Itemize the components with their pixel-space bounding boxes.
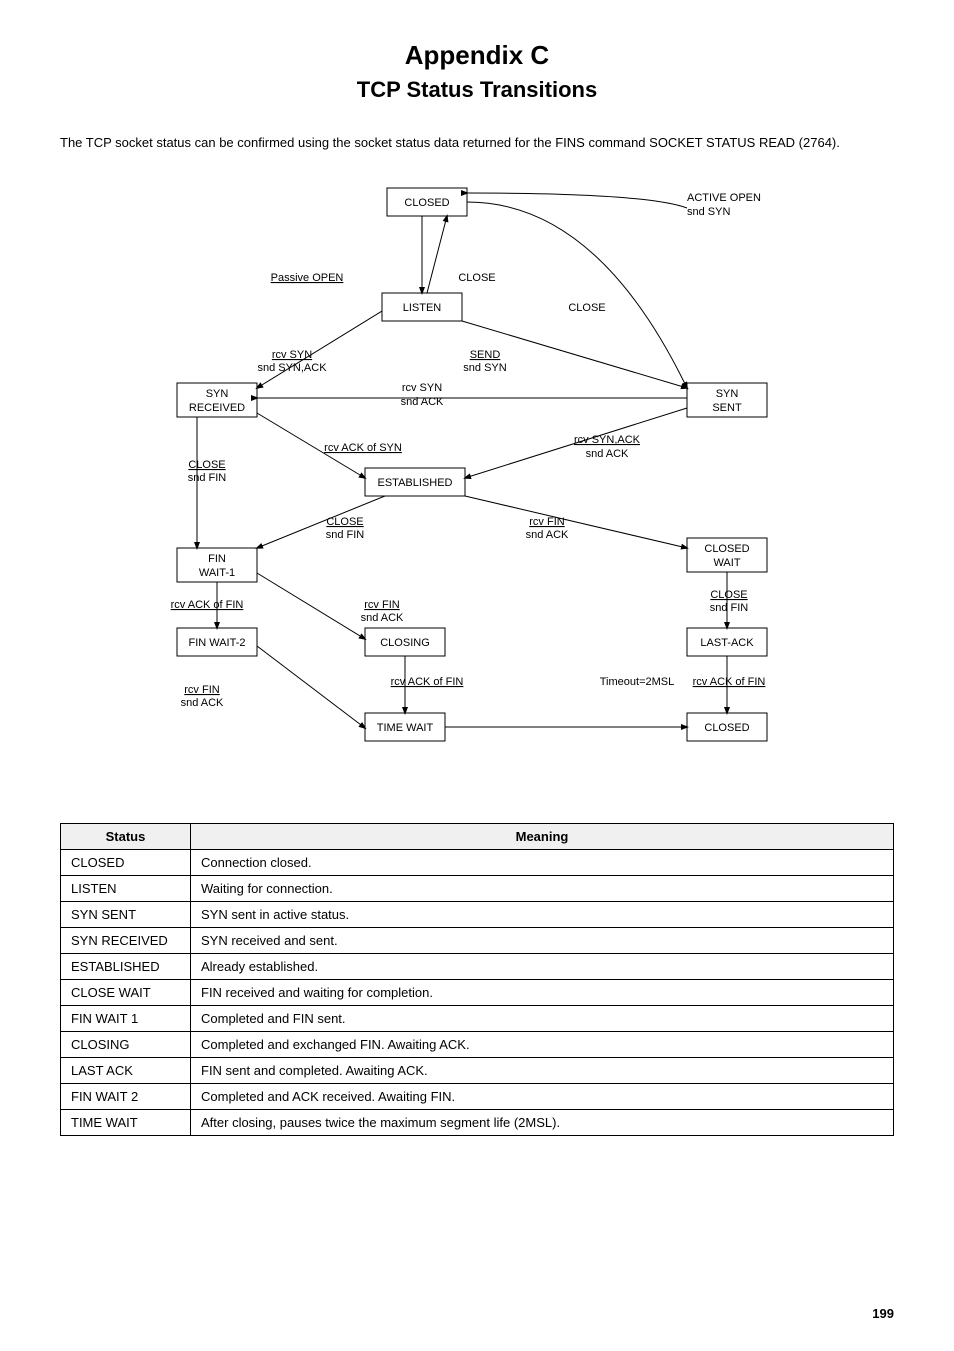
svg-text:LAST-ACK: LAST-ACK: [700, 637, 754, 649]
table-row: LISTENWaiting for connection.: [61, 875, 894, 901]
meaning-cell: FIN sent and completed. Awaiting ACK.: [191, 1057, 894, 1083]
svg-text:rcv ACK of FIN: rcv ACK of FIN: [693, 676, 766, 688]
page-number: 199: [872, 1306, 894, 1321]
appendix-title: Appendix C: [60, 40, 894, 71]
tcp-diagram: CLOSED ACTIVE OPEN snd SYN Passive OPEN …: [117, 173, 837, 793]
svg-text:ESTABLISHED: ESTABLISHED: [378, 477, 453, 489]
svg-text:FIN: FIN: [208, 553, 226, 565]
svg-text:CLOSE: CLOSE: [710, 589, 747, 601]
svg-text:rcv ACK of SYN: rcv ACK of SYN: [324, 442, 402, 454]
status-cell: FIN WAIT 2: [61, 1083, 191, 1109]
meaning-cell: Completed and FIN sent.: [191, 1005, 894, 1031]
table-header-meaning: Meaning: [191, 823, 894, 849]
svg-text:TIME WAIT: TIME WAIT: [377, 722, 434, 734]
table-row: CLOSINGCompleted and exchanged FIN. Awai…: [61, 1031, 894, 1057]
svg-text:ACTIVE OPEN: ACTIVE OPEN: [687, 192, 761, 204]
table-row: ESTABLISHEDAlready established.: [61, 953, 894, 979]
svg-text:CLOSED: CLOSED: [704, 543, 749, 555]
meaning-cell: SYN received and sent.: [191, 927, 894, 953]
table-header-status: Status: [61, 823, 191, 849]
svg-text:snd ACK: snd ACK: [361, 612, 404, 624]
table-row: TIME WAITAfter closing, pauses twice the…: [61, 1109, 894, 1135]
svg-text:SENT: SENT: [712, 402, 742, 414]
table-row: SYN RECEIVEDSYN received and sent.: [61, 927, 894, 953]
svg-text:snd SYN,ACK: snd SYN,ACK: [257, 362, 327, 374]
svg-text:rcv ACK of FIN: rcv ACK of FIN: [171, 599, 244, 611]
intro-paragraph: The TCP socket status can be confirmed u…: [60, 133, 894, 153]
svg-text:rcv SYN: rcv SYN: [402, 382, 442, 394]
status-cell: LAST ACK: [61, 1057, 191, 1083]
svg-text:SEND: SEND: [470, 349, 501, 361]
table-row: FIN WAIT 1Completed and FIN sent.: [61, 1005, 894, 1031]
table-row: FIN WAIT 2Completed and ACK received. Aw…: [61, 1083, 894, 1109]
status-table: Status Meaning CLOSEDConnection closed.L…: [60, 823, 894, 1136]
svg-text:snd ACK: snd ACK: [586, 448, 629, 460]
table-row: LAST ACKFIN sent and completed. Awaiting…: [61, 1057, 894, 1083]
status-cell: CLOSED: [61, 849, 191, 875]
svg-text:SYN: SYN: [206, 388, 229, 400]
status-cell: SYN SENT: [61, 901, 191, 927]
status-cell: LISTEN: [61, 875, 191, 901]
meaning-cell: Completed and exchanged FIN. Awaiting AC…: [191, 1031, 894, 1057]
page-subtitle: TCP Status Transitions: [60, 77, 894, 103]
meaning-cell: Already established.: [191, 953, 894, 979]
status-cell: FIN WAIT 1: [61, 1005, 191, 1031]
meaning-cell: Completed and ACK received. Awaiting FIN…: [191, 1083, 894, 1109]
svg-text:WAIT-1: WAIT-1: [199, 567, 235, 579]
table-row: CLOSEDConnection closed.: [61, 849, 894, 875]
svg-text:snd ACK: snd ACK: [181, 697, 224, 709]
svg-text:CLOSING: CLOSING: [380, 637, 430, 649]
table-row: SYN SENTSYN sent in active status.: [61, 901, 894, 927]
svg-text:rcv FIN: rcv FIN: [364, 599, 399, 611]
table-row: CLOSE WAITFIN received and waiting for c…: [61, 979, 894, 1005]
svg-text:snd ACK: snd ACK: [526, 529, 569, 541]
status-cell: TIME WAIT: [61, 1109, 191, 1135]
svg-text:CLOSED: CLOSED: [704, 722, 749, 734]
meaning-cell: SYN sent in active status.: [191, 901, 894, 927]
svg-text:snd SYN: snd SYN: [687, 206, 730, 218]
svg-text:CLOSE: CLOSE: [568, 302, 605, 314]
svg-text:snd FIN: snd FIN: [326, 529, 365, 541]
meaning-cell: Waiting for connection.: [191, 875, 894, 901]
page: Appendix C TCP Status Transitions The TC…: [0, 0, 954, 1351]
meaning-cell: After closing, pauses twice the maximum …: [191, 1109, 894, 1135]
svg-text:WAIT: WAIT: [713, 557, 740, 569]
svg-text:RECEIVED: RECEIVED: [189, 402, 245, 414]
svg-text:CLOSE: CLOSE: [458, 272, 495, 284]
svg-text:SYN: SYN: [716, 388, 739, 400]
svg-text:Timeout=2MSL: Timeout=2MSL: [600, 676, 675, 688]
svg-text:CLOSED: CLOSED: [404, 197, 449, 209]
svg-text:snd FIN: snd FIN: [710, 602, 749, 614]
meaning-cell: FIN received and waiting for completion.: [191, 979, 894, 1005]
svg-text:FIN WAIT-2: FIN WAIT-2: [188, 637, 245, 649]
svg-text:rcv SYN: rcv SYN: [272, 349, 312, 361]
svg-text:LISTEN: LISTEN: [403, 302, 442, 314]
svg-text:rcv FIN: rcv FIN: [184, 684, 219, 696]
svg-text:snd FIN: snd FIN: [188, 472, 227, 484]
meaning-cell: Connection closed.: [191, 849, 894, 875]
title-section: Appendix C TCP Status Transitions: [60, 40, 894, 103]
svg-text:rcv ACK of FIN: rcv ACK of FIN: [391, 676, 464, 688]
status-cell: ESTABLISHED: [61, 953, 191, 979]
status-cell: SYN RECEIVED: [61, 927, 191, 953]
svg-text:Passive OPEN: Passive OPEN: [271, 272, 344, 284]
svg-text:CLOSE: CLOSE: [188, 459, 225, 471]
status-cell: CLOSING: [61, 1031, 191, 1057]
status-cell: CLOSE WAIT: [61, 979, 191, 1005]
svg-text:snd SYN: snd SYN: [463, 362, 506, 374]
